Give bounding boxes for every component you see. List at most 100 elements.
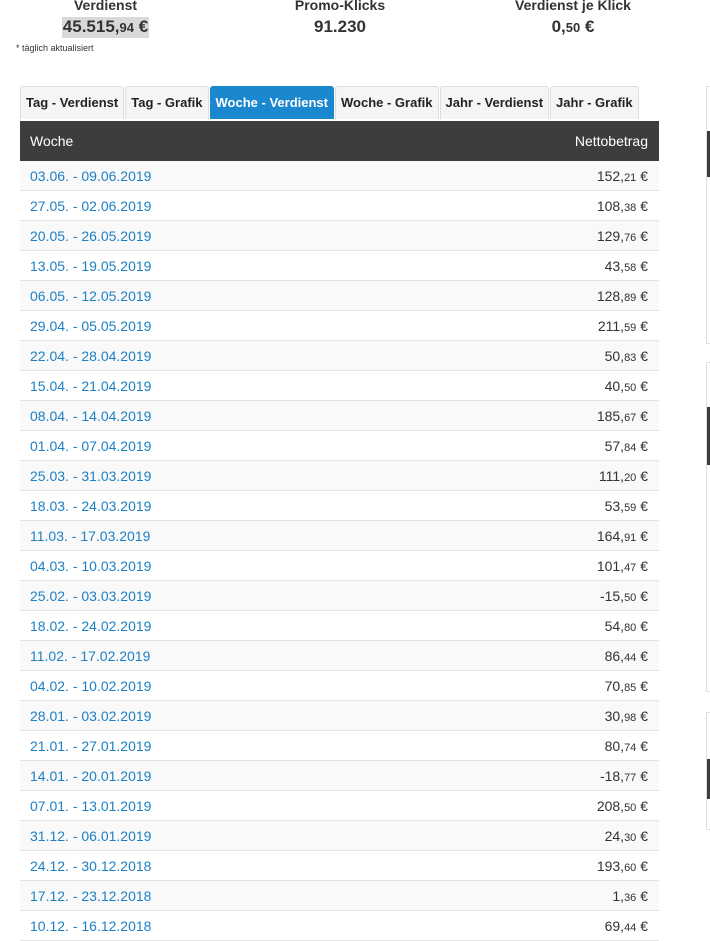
net-amount-cents: 50 [624, 381, 637, 394]
net-amount-cents: 59 [624, 321, 637, 334]
week-link[interactable]: 27.05. - 02.06.2019 [30, 198, 151, 214]
net-amount-currency: € [640, 497, 648, 514]
table-body: 03.06. - 09.06.2019 152,21 € 27.05. - 02.0… [20, 161, 659, 941]
week-link[interactable]: 14.01. - 20.01.2019 [30, 768, 151, 784]
tab-day-earnings[interactable]: Tag - Verdienst [20, 86, 125, 119]
week-link[interactable]: 24.12. - 30.12.2018 [30, 858, 151, 874]
tab-year-chart[interactable]: Jahr - Grafik [550, 86, 639, 119]
net-amount-whole: 152, [596, 167, 625, 184]
net-amount-whole: 69, [604, 917, 625, 934]
week-link[interactable]: 13.05. - 19.05.2019 [30, 258, 151, 274]
net-amount-whole: 164, [596, 527, 625, 544]
tab-day-chart[interactable]: Tag - Grafik [125, 86, 209, 119]
week-link[interactable]: 25.02. - 03.03.2019 [30, 588, 151, 604]
net-amount: 129,76 € [597, 228, 648, 244]
net-amount-cents: 58 [624, 261, 637, 274]
net-amount-currency: € [640, 317, 648, 334]
net-amount-whole: 30, [604, 707, 625, 724]
week-link[interactable]: 11.03. - 17.03.2019 [30, 528, 150, 544]
net-amount: 211,59 € [598, 318, 648, 334]
table-row: 29.04. - 05.05.2019 211,59 € [20, 311, 659, 341]
column-header-week[interactable]: Woche [30, 133, 73, 149]
net-amount-whole: 53, [604, 497, 625, 514]
table-row: 04.03. - 10.03.2019 101,47 € [20, 551, 659, 581]
net-amount-currency: € [640, 227, 648, 244]
table-row: 07.01. - 13.01.2019 208,50 € [20, 791, 659, 821]
net-amount-whole: 111, [598, 467, 625, 484]
net-amount-cents: 59 [624, 501, 637, 514]
week-link[interactable]: 06.05. - 12.05.2019 [30, 288, 151, 304]
net-amount: 70,85 € [605, 678, 648, 694]
net-amount-whole: 24, [604, 827, 625, 844]
net-amount-whole: 40, [604, 377, 625, 394]
week-link[interactable]: 08.04. - 14.04.2019 [30, 408, 151, 424]
week-link[interactable]: 03.06. - 09.06.2019 [30, 168, 151, 184]
week-link[interactable]: 07.01. - 13.01.2019 [30, 798, 151, 814]
stat-clicks: Promo-Klicks 91.230 [282, 0, 398, 37]
week-link[interactable]: 21.01. - 27.01.2019 [30, 738, 151, 754]
net-amount-cents: 50 [624, 591, 637, 604]
net-amount-cents: 67 [624, 411, 637, 424]
week-link[interactable]: 22.04. - 28.04.2019 [30, 348, 151, 364]
net-amount: 152,21 € [597, 168, 648, 184]
week-link[interactable]: 04.03. - 10.03.2019 [30, 558, 151, 574]
table-row: 18.02. - 24.02.2019 54,80 € [20, 611, 659, 641]
table-row: 13.05. - 19.05.2019 43,58 € [20, 251, 659, 281]
net-amount: 193,60 € [597, 858, 648, 874]
net-amount-cents: 60 [624, 861, 637, 874]
week-link[interactable]: 25.03. - 31.03.2019 [30, 468, 151, 484]
net-amount-currency: € [640, 347, 648, 364]
net-amount-currency: € [640, 437, 648, 454]
net-amount-cents: 74 [624, 741, 637, 754]
net-amount-whole: 128, [596, 287, 625, 304]
tab-week-chart[interactable]: Woche - Grafik [334, 86, 439, 119]
net-amount-cents: 98 [624, 711, 637, 724]
side-panel-3-box [706, 712, 710, 830]
net-amount: 185,67 € [597, 408, 648, 424]
net-amount-whole: 129, [596, 227, 625, 244]
net-amount-cents: 85 [624, 681, 637, 694]
net-amount-whole: 108, [596, 197, 625, 214]
net-amount-whole: 101, [596, 557, 625, 574]
week-link[interactable]: 11.02. - 17.02.2019 [30, 648, 150, 664]
week-link[interactable]: 28.01. - 03.02.2019 [30, 708, 151, 724]
week-link[interactable]: 01.04. - 07.04.2019 [30, 438, 151, 454]
table-row: 31.12. - 06.01.2019 24,30 € [20, 821, 659, 851]
net-amount-cents: 89 [624, 291, 637, 304]
net-amount-cents: 44 [624, 921, 637, 934]
net-amount-cents: 38 [624, 201, 637, 214]
net-amount: 128,89 € [597, 288, 648, 304]
net-amount: 111,20 € [599, 468, 648, 484]
table-row: 15.04. - 21.04.2019 40,50 € [20, 371, 659, 401]
table-row: 11.02. - 17.02.2019 86,44 € [20, 641, 659, 671]
stat-clicks-value: 91.230 [314, 17, 366, 36]
net-amount-whole: 86, [604, 647, 625, 664]
tab-year-earnings[interactable]: Jahr - Verdienst [439, 86, 550, 119]
week-link[interactable]: 04.02. - 10.02.2019 [30, 678, 151, 694]
week-link[interactable]: 29.04. - 05.05.2019 [30, 318, 151, 334]
report-tabs: Tag - Verdienst Tag - Grafik Woche - Ver… [20, 86, 640, 120]
net-amount-cents: 36 [624, 891, 637, 904]
table-row: 25.02. - 03.03.2019 -15,50 € [20, 581, 659, 611]
net-amount: 24,30 € [605, 828, 648, 844]
tab-week-earnings[interactable]: Woche - Verdienst [209, 86, 334, 119]
week-link[interactable]: 17.12. - 23.12.2018 [30, 888, 151, 904]
week-link[interactable]: 18.03. - 24.03.2019 [30, 498, 151, 514]
side-panel-3 [706, 712, 710, 830]
week-link[interactable]: 31.12. - 06.01.2019 [30, 828, 151, 844]
week-link[interactable]: 10.12. - 16.12.2018 [30, 918, 151, 934]
table-header: Woche Nettobetrag [20, 121, 659, 161]
net-amount: 1,36 € [612, 888, 648, 904]
net-amount-whole: 193, [596, 857, 625, 874]
table-row: 20.05. - 26.05.2019 129,76 € [20, 221, 659, 251]
net-amount-cents: 50 [624, 801, 637, 814]
net-amount-whole: 54, [604, 617, 625, 634]
net-amount: -15,50 € [600, 588, 648, 604]
week-link[interactable]: 18.02. - 24.02.2019 [30, 618, 151, 634]
week-link[interactable]: 15.04. - 21.04.2019 [30, 378, 151, 394]
table-row: 27.05. - 02.06.2019 108,38 € [20, 191, 659, 221]
column-header-amount[interactable]: Nettobetrag [575, 133, 648, 149]
stat-per-click-currency: € [584, 17, 595, 36]
week-link[interactable]: 20.05. - 26.05.2019 [30, 228, 151, 244]
net-amount-cents: 83 [624, 351, 637, 364]
